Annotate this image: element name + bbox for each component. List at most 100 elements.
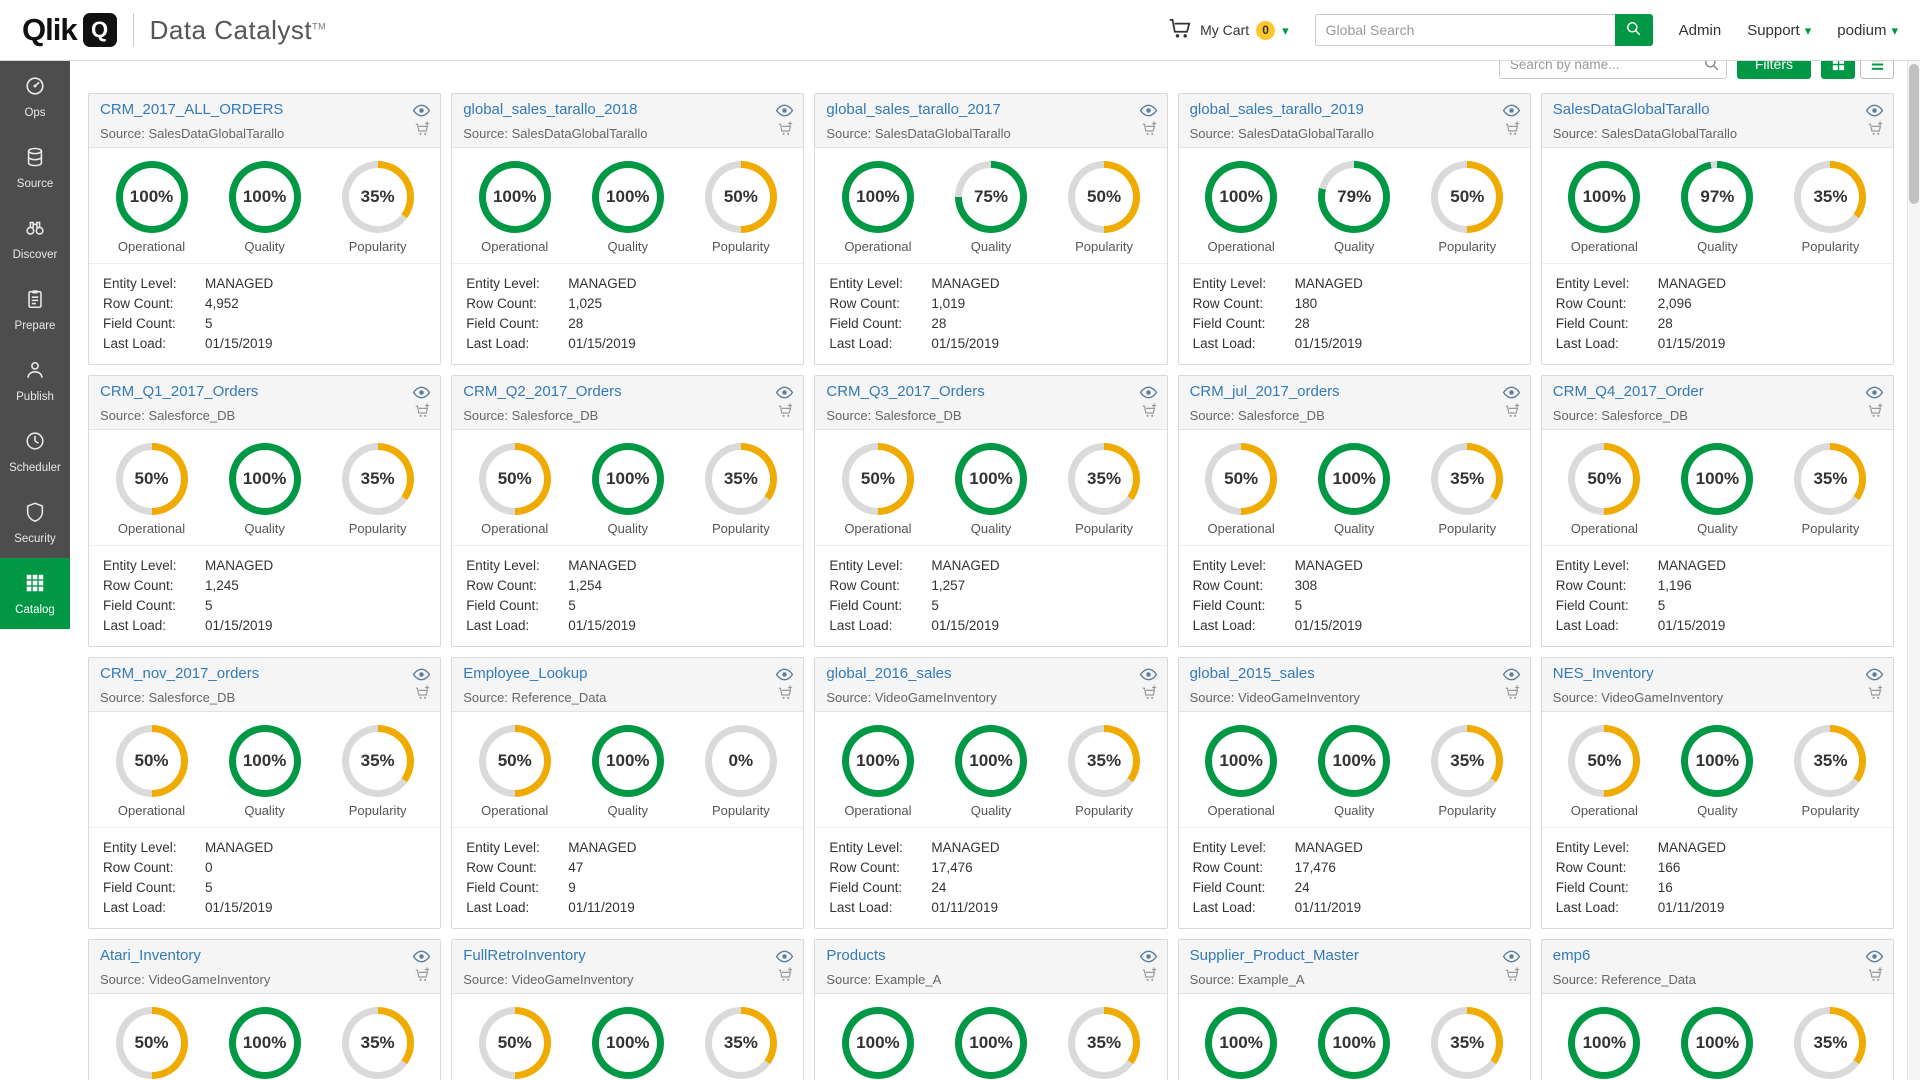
card-title-link[interactable]: Atari_Inventory — [100, 947, 201, 964]
card-title-link[interactable]: FullRetroInventory — [463, 947, 586, 964]
sidebar-item-source[interactable]: Source — [0, 132, 70, 203]
gauge-popularity: 35% Popularity — [1794, 1007, 1867, 1080]
field-count-value: 24 — [1294, 880, 1310, 895]
cart-plus-icon[interactable] — [1867, 966, 1884, 988]
card-title-link[interactable]: CRM_Q3_2017_Orders — [826, 383, 984, 400]
qlik-logo[interactable]: Qlik Q — [22, 12, 117, 48]
last-load-label: Last Load: — [466, 900, 530, 915]
card-title-link[interactable]: CRM_Q1_2017_Orders — [100, 383, 258, 400]
cart-plus-icon[interactable] — [1141, 966, 1158, 988]
gauge-value: 50% — [134, 469, 169, 488]
scrollbar-thumb[interactable] — [1909, 64, 1919, 204]
field-count-value: 28 — [931, 316, 947, 331]
field-count-label: Field Count: — [1555, 598, 1629, 613]
global-search-button[interactable] — [1614, 14, 1653, 46]
row-count-label: Row Count: — [103, 578, 174, 593]
source-value: VideoGameInventory — [1238, 690, 1360, 705]
card-title-link[interactable]: emp6 — [1553, 947, 1591, 964]
sidebar-item-scheduler[interactable]: Scheduler — [0, 416, 70, 487]
sidebar-item-security[interactable]: Security — [0, 487, 70, 558]
cart-plus-icon[interactable] — [414, 966, 431, 988]
card-title-link[interactable]: CRM_jul_2017_orders — [1190, 383, 1340, 400]
card-title-link[interactable]: SalesDataGlobalTarallo — [1553, 101, 1710, 118]
cart-plus-icon[interactable] — [1504, 402, 1521, 424]
gauge-value: 75% — [973, 187, 1008, 206]
chevron-down-icon: ▾ — [1804, 22, 1812, 38]
gauge-quality: 100% Quality — [1681, 725, 1754, 818]
admin-link[interactable]: Admin — [1679, 22, 1722, 39]
gauge-quality: 100% Quality — [1318, 443, 1391, 536]
card-details: Entity Level: MANAGED Row Count: 2,096 Fie… — [1542, 264, 1893, 362]
cart-plus-icon[interactable] — [1141, 120, 1158, 142]
cart-plus-icon[interactable] — [414, 684, 431, 706]
cart-plus-icon[interactable] — [1141, 684, 1158, 706]
my-cart-button[interactable]: My Cart 0 ▾ — [1167, 15, 1289, 46]
source-value: Salesforce_DB — [1238, 408, 1325, 423]
entity-level-label: Entity Level: — [466, 558, 540, 573]
source-label: Source: — [1552, 408, 1598, 423]
entity-level-label: Entity Level: — [466, 276, 540, 291]
sidebar-item-label: Source — [16, 177, 54, 190]
top-header: Qlik Q Data CatalystTM My Cart 0 ▾ Admin… — [0, 0, 1920, 61]
card-header: emp6 Source: Reference_Data — [1541, 940, 1893, 994]
cart-plus-icon[interactable] — [1867, 684, 1884, 706]
card-title-link[interactable]: global_sales_tarallo_2017 — [826, 101, 1000, 118]
card-title-link[interactable]: Employee_Lookup — [463, 665, 587, 682]
gauge-operational: 50% Operational — [1568, 725, 1641, 818]
card-header: Supplier_Product_Master Source: Example_… — [1178, 940, 1530, 994]
card-title-link[interactable]: global_sales_tarallo_2018 — [463, 101, 637, 118]
cart-plus-icon[interactable] — [414, 120, 431, 142]
card-title-link[interactable]: CRM_Q4_2017_Order — [1553, 383, 1704, 400]
card-source: Source: Example_A — [826, 972, 1132, 987]
sidebar-item-discover[interactable]: Discover — [0, 203, 70, 274]
cart-plus-icon[interactable] — [1504, 966, 1521, 988]
field-count-label: Field Count: — [1555, 316, 1629, 331]
card-title-link[interactable]: CRM_Q2_2017_Orders — [463, 383, 621, 400]
cart-plus-icon[interactable] — [777, 402, 794, 424]
cart-plus-icon[interactable] — [777, 684, 794, 706]
gauge-quality: 100% Quality — [591, 443, 664, 536]
card-gauges: 100% Operational 100% Quality 35% Popula… — [815, 712, 1167, 828]
scrollbar[interactable] — [1907, 61, 1920, 1080]
field-count-label: Field Count: — [829, 316, 903, 331]
card-title-link[interactable]: CRM_nov_2017_orders — [100, 665, 259, 682]
cart-plus-icon[interactable] — [1504, 684, 1521, 706]
entity-level-value: MANAGED — [1294, 840, 1363, 855]
gauge-label: Quality — [607, 521, 649, 536]
support-menu[interactable]: Support ▾ — [1747, 22, 1811, 39]
card-title-link[interactable]: Products — [826, 947, 885, 964]
card-title-link[interactable]: NES_Inventory — [1553, 665, 1654, 682]
cart-plus-icon[interactable] — [777, 120, 794, 142]
row-count-label: Row Count: — [466, 578, 537, 593]
cart-plus-icon[interactable] — [1867, 120, 1884, 142]
row-count-value: 1,245 — [205, 578, 239, 593]
source-value: SalesDataGlobalTarallo — [148, 126, 285, 141]
gauge-operational: 100% Operational — [841, 1007, 914, 1080]
sidebar-item-catalog[interactable]: Catalog — [0, 558, 70, 629]
sidebar-item-publish[interactable]: Publish — [0, 345, 70, 416]
card-title-link[interactable]: global_2015_sales — [1190, 665, 1315, 682]
card-details: Entity Level: MANAGED Row Count: 1,254 Fie… — [452, 546, 803, 644]
row-count-value: 2,096 — [1657, 296, 1692, 311]
card-title-link[interactable]: Supplier_Product_Master — [1190, 947, 1359, 964]
row-count-value: 0 — [205, 860, 213, 875]
card-title-link[interactable]: global_2016_sales — [826, 665, 951, 682]
card-gauges: 50% Operational 100% Quality 35% Popular… — [452, 430, 804, 546]
cart-plus-icon[interactable] — [1867, 402, 1884, 424]
user-menu[interactable]: podium ▾ — [1837, 22, 1898, 39]
sidebar-item-ops[interactable]: Ops — [0, 61, 70, 132]
cart-plus-icon[interactable] — [1504, 120, 1521, 142]
cart-plus-icon[interactable] — [1141, 402, 1158, 424]
entity-level-label: Entity Level: — [829, 840, 903, 855]
card-title-link[interactable]: CRM_2017_ALL_ORDERS — [100, 101, 283, 118]
global-search-input[interactable] — [1314, 14, 1615, 46]
cart-plus-icon[interactable] — [414, 402, 431, 424]
card-title-link[interactable]: global_sales_tarallo_2019 — [1190, 101, 1364, 118]
gauge-operational: 100% Operational — [478, 161, 551, 254]
gauge-value: 100% — [1219, 751, 1263, 770]
row-count-label: Row Count: — [829, 296, 900, 311]
cart-plus-icon[interactable] — [777, 966, 794, 988]
row-count-value: 4,952 — [205, 296, 239, 311]
sidebar-item-prepare[interactable]: Prepare — [0, 274, 70, 345]
card-source: Source: Example_A — [1190, 972, 1496, 987]
